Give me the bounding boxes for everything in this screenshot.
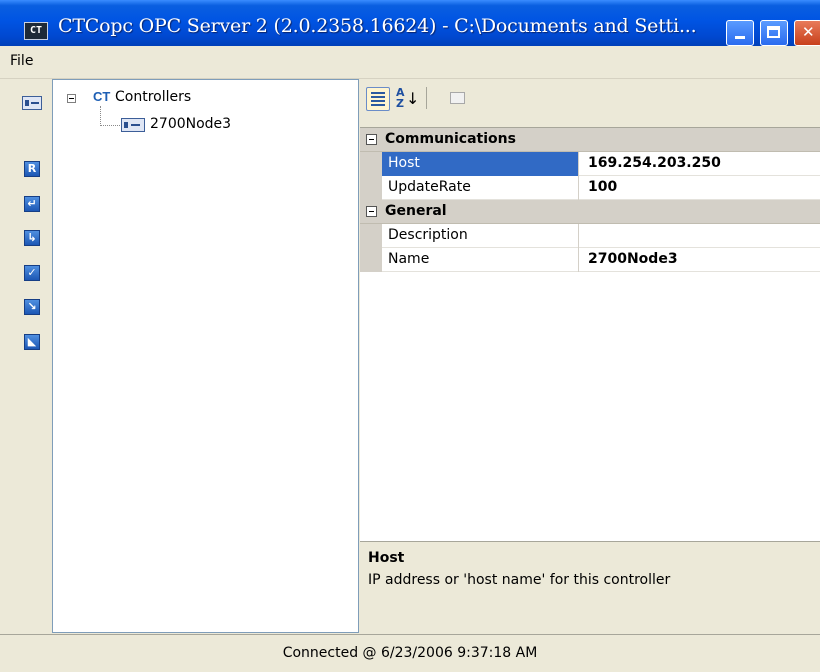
arrow-down-right-icon[interactable]: ↘ [24,299,40,315]
status-bar: Connected @ 6/23/2006 9:37:18 AM [0,634,820,672]
property-value[interactable]: 169.254.203.250 [580,152,820,176]
tree-connector [100,106,101,126]
description-pane: Host IP address or 'host name' for this … [360,541,820,634]
maximize-button[interactable] [760,20,788,46]
category-general[interactable]: General [360,200,820,224]
category-collapse-toggle[interactable] [366,134,377,145]
property-grid: Communications Host 169.254.203.250 Upda… [360,127,820,541]
r-icon[interactable]: R [24,161,40,177]
check-icon[interactable]: ✓ [24,265,40,281]
property-row-updaterate[interactable]: UpdateRate 100 [360,176,820,200]
window-title: CTCopc OPC Server 2 (2.0.2358.16624) - C… [58,15,697,37]
title-bar[interactable]: CT CTCopc OPC Server 2 (2.0.2358.16624) … [0,0,820,46]
ct-logo-icon: CT [93,89,111,104]
categorized-icon[interactable] [366,87,390,111]
row-gutter [360,152,382,176]
menu-file[interactable]: File [10,53,33,69]
category-collapse-toggle[interactable] [366,206,377,217]
property-name[interactable]: Description [382,224,579,248]
close-button[interactable] [794,20,820,46]
category-communications[interactable]: Communications [360,128,820,152]
property-pages-icon[interactable] [446,87,470,111]
status-text: Connected @ 6/23/2006 9:37:18 AM [282,645,538,661]
tree-collapse-toggle[interactable] [67,94,76,103]
alphabetical-sort-icon[interactable]: AZ ↓ [394,86,420,111]
description-title: Host [368,550,405,566]
property-value[interactable]: 2700Node3 [580,248,820,272]
app-icon[interactable]: CT [24,22,48,40]
left-toolbar: R ↵ ↳ ✓ ↘ ◣ [0,79,50,633]
tree-item-controllers[interactable]: Controllers [115,89,191,105]
description-text: IP address or 'host name' for this contr… [368,572,671,588]
category-label: General [385,203,447,219]
property-row-name[interactable]: Name 2700Node3 [360,248,820,272]
shape-icon[interactable]: ◣ [24,334,40,350]
tree-item-2700node3[interactable]: 2700Node3 [150,116,231,132]
property-toolbar: AZ ↓ [360,79,820,127]
property-row-description[interactable]: Description [360,224,820,248]
step-down-icon[interactable]: ↳ [24,230,40,246]
minimize-button[interactable] [726,20,754,46]
row-gutter [360,176,382,200]
property-name[interactable]: Host [382,152,579,176]
controller-tree[interactable]: CT Controllers 2700Node3 [52,79,359,633]
row-gutter [360,248,382,272]
controller-icon[interactable] [22,96,42,110]
property-name[interactable]: UpdateRate [382,176,579,200]
category-label: Communications [385,131,516,147]
sort-arrow-glyph: ↓ [406,89,420,108]
return-arrow-icon[interactable]: ↵ [24,196,40,212]
row-gutter [360,224,382,248]
property-value[interactable]: 100 [580,176,820,200]
controller-node-icon [121,118,145,132]
property-value[interactable] [580,224,820,248]
toolbar-separator [426,87,427,109]
sort-az-glyph: AZ [396,86,405,110]
property-name[interactable]: Name [382,248,579,272]
app-window: CT CTCopc OPC Server 2 (2.0.2358.16624) … [0,0,820,672]
tree-connector [100,125,120,126]
menu-bar: File [0,46,820,79]
property-row-host[interactable]: Host 169.254.203.250 [360,152,820,176]
